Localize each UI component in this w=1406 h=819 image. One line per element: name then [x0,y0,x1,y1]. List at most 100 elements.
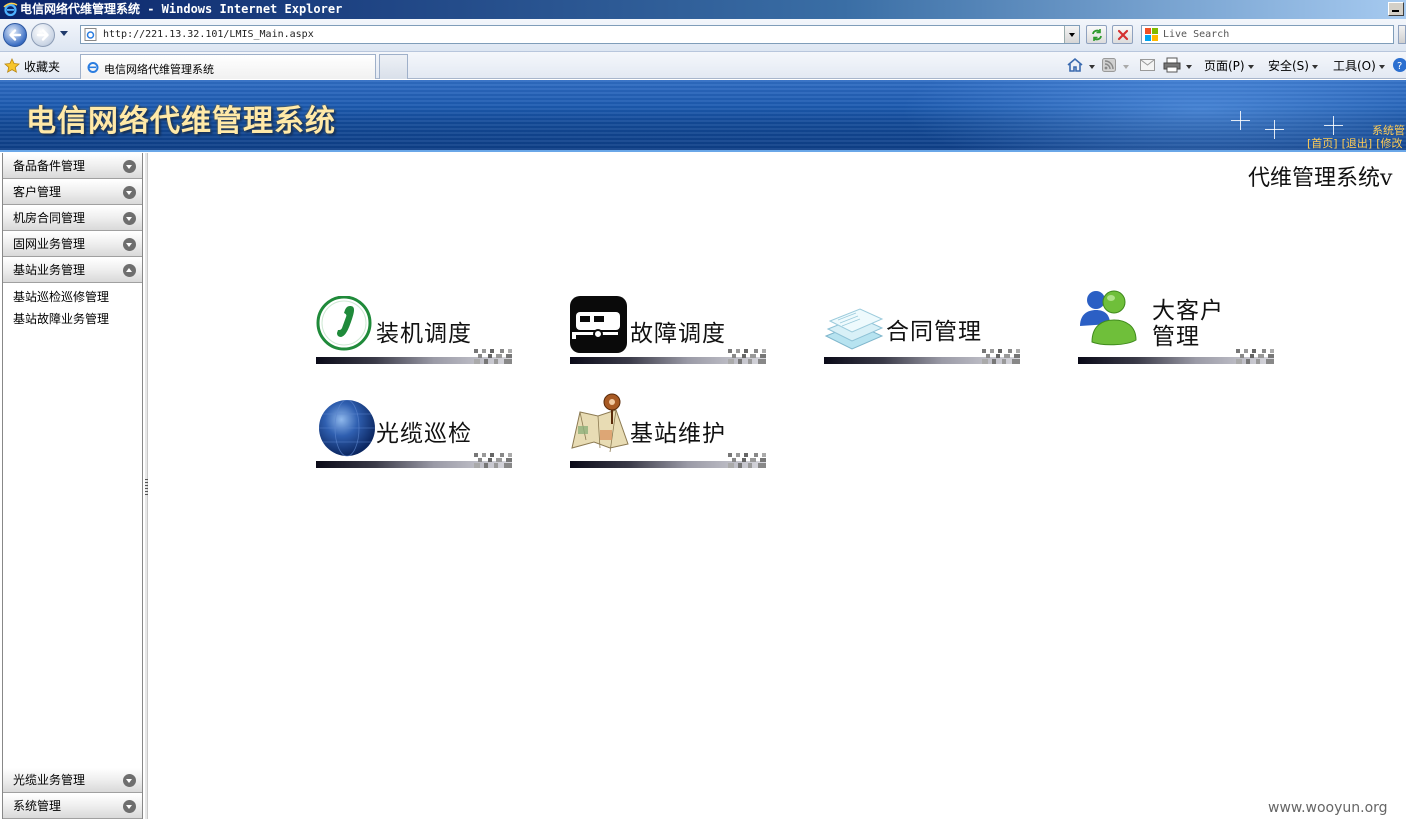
chevron-down-icon [123,186,136,199]
sidebar-splitter[interactable] [145,153,148,819]
nav-section-base-station[interactable]: 基站业务管理 [3,257,142,283]
mail-icon[interactable] [1140,59,1155,71]
home-dropdown[interactable] [1086,57,1095,75]
nav-section-spare-parts[interactable]: 备品备件管理 [3,153,142,179]
users-icon [1080,290,1137,346]
help-icon[interactable]: ? [1392,57,1406,73]
tile-label-line1: 大客户 [1152,298,1224,324]
minimize-button[interactable] [1388,2,1404,16]
forward-button[interactable] [31,23,55,47]
tile-fault-dispatch[interactable]: 故障调度 [570,296,768,374]
search-placeholder: Live Search [1163,29,1230,40]
nav-section-label: 客户管理 [13,185,62,199]
sparkle-icon [1324,116,1343,135]
nav-item-station-inspection[interactable]: 基站巡检巡修管理 [13,288,109,305]
feeds-dropdown[interactable] [1120,57,1129,75]
address-toolbar: http://221.13.32.101/LMIS_Main.aspx Live… [0,19,1406,52]
stop-icon [1117,29,1129,41]
sparkle-icon [1231,111,1250,130]
nav-section-label: 机房合同管理 [13,211,86,225]
address-field[interactable]: http://221.13.32.101/LMIS_Main.aspx [80,25,1080,44]
tile-label: 装机调度 [376,321,472,347]
favorites-bar: 收藏夹 电信网络代维管理系统 页面(P) 安全(S) 工具(O) ? [0,52,1406,79]
favorites-label[interactable]: 收藏夹 [24,58,60,75]
tile-label-line2: 管理 [1152,324,1200,350]
tile-fiber-inspection[interactable]: 光缆巡检 [316,400,514,478]
chevron-down-icon [123,800,136,813]
nav-section-label: 基站业务管理 [13,263,86,277]
tab-title: 电信网络代维管理系统 [104,63,214,76]
vehicle-icon [570,296,627,353]
chevron-down-icon [123,238,136,251]
stop-button[interactable] [1112,25,1133,44]
app-banner: 电信网络代维管理系统 系统管 [首页] [退出] [修改 [0,80,1406,152]
back-button[interactable] [3,23,27,47]
tile-contract-management[interactable]: 合同管理 [824,296,1022,374]
nav-section-customers[interactable]: 客户管理 [3,179,142,205]
tile-pixel-decor [728,453,766,468]
banner-links: [首页] [退出] [修改 [1307,135,1406,151]
watermark: www.wooyun.org [1268,800,1388,816]
favorites-star-icon[interactable] [4,58,20,74]
tile-label: 合同管理 [886,319,982,345]
sparkle-icon [1265,120,1284,139]
nav-section-label: 备品备件管理 [13,159,86,173]
nav-section-room-contracts[interactable]: 机房合同管理 [3,205,142,231]
window-title: 电信网络代维管理系统 - Windows Internet Explorer [20,2,343,16]
ie-page-icon [87,62,99,73]
address-dropdown-button[interactable] [1064,26,1079,43]
tile-label: 故障调度 [630,321,726,347]
tile-pixel-decor [474,453,512,468]
tile-pixel-decor [982,349,1020,364]
nav-section-fixed-network[interactable]: 固网业务管理 [3,231,142,257]
page-icon [84,28,97,41]
print-dropdown[interactable] [1183,57,1192,75]
tile-station-maintenance[interactable]: 基站维护 [570,393,768,478]
nav-section-label: 系统管理 [13,799,62,813]
nav-section-system[interactable]: 系统管理 [3,793,142,819]
tools-menu[interactable]: 工具(O) [1333,57,1385,75]
refresh-button[interactable] [1086,25,1107,44]
home-link[interactable]: [首页] [1307,137,1338,150]
refresh-icon [1092,29,1102,41]
history-dropdown-icon[interactable] [60,31,68,36]
splitter-grip-icon[interactable] [145,479,148,495]
documents-icon [824,308,884,350]
chevron-down-icon [123,774,136,787]
svg-text:?: ? [1397,61,1402,72]
tile-key-accounts[interactable]: 大客户 管理 [1078,290,1276,374]
back-arrow-icon [9,29,22,41]
nav-section-label: 固网业务管理 [13,237,86,251]
live-search-icon [1145,28,1158,41]
feeds-icon[interactable] [1102,58,1116,72]
forward-arrow-icon [36,29,49,41]
print-icon[interactable] [1163,57,1181,73]
main-title: 代维管理系统v [1248,166,1393,191]
phone-icon [316,296,372,351]
modify-link[interactable]: [修改 [1376,137,1402,150]
tab-current[interactable]: 电信网络代维管理系统 [80,54,376,79]
tile-label: 基站维护 [630,421,726,447]
new-tab-button[interactable] [379,54,408,79]
tile-pixel-decor [474,349,512,364]
globe-icon [319,400,375,457]
tile-pixel-decor [1236,349,1274,364]
address-url: http://221.13.32.101/LMIS_Main.aspx [103,29,314,40]
ie-logo-icon [3,2,18,17]
safety-menu[interactable]: 安全(S) [1268,57,1318,75]
search-input[interactable]: Live Search [1141,25,1394,44]
chevron-up-icon [123,264,136,277]
nav-item-station-faults[interactable]: 基站故障业务管理 [13,310,109,327]
map-pin-icon [571,393,629,452]
tile-label: 光缆巡检 [376,421,472,447]
nav-section-fiber[interactable]: 光缆业务管理 [3,767,142,793]
chevron-down-icon [123,212,136,225]
safety-menu-label: 安全(S) [1268,59,1309,73]
logout-link[interactable]: [退出] [1342,137,1373,150]
tile-installation-dispatch[interactable]: 装机调度 [316,296,514,374]
search-button[interactable] [1398,25,1406,44]
home-icon[interactable] [1066,57,1084,73]
tile-label: 大客户 管理 [1152,298,1224,350]
page-menu[interactable]: 页面(P) [1204,57,1254,75]
tile-pixel-decor [728,349,766,364]
